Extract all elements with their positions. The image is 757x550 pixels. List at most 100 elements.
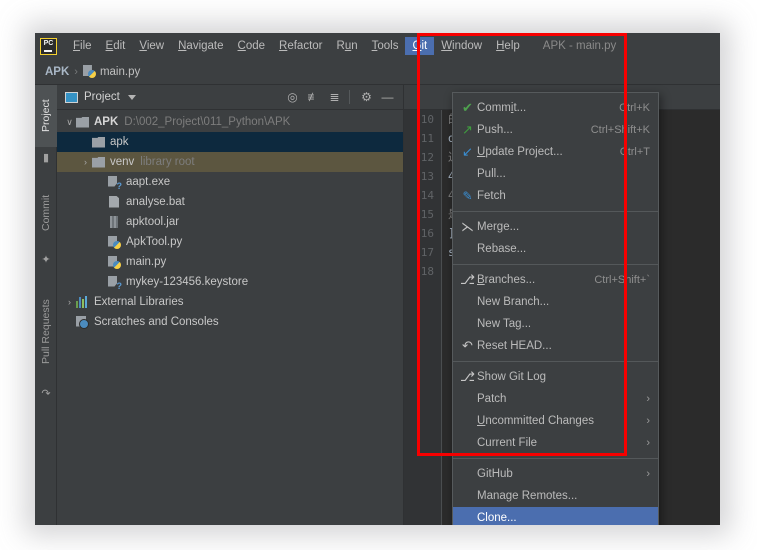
chevron-down-icon[interactable]: ∨: [63, 117, 76, 128]
tree-row[interactable]: › External Libraries: [57, 292, 403, 312]
line-number: 10: [420, 113, 434, 126]
breadcrumb-file[interactable]: main.py: [100, 66, 140, 78]
menu-separator: [453, 361, 658, 362]
branch-icon: ⎇: [460, 272, 475, 287]
fetch-icon: ✎: [462, 189, 473, 203]
git-menu-item-patch[interactable]: Patch ›: [453, 388, 658, 410]
menu-item-label: Rebase...: [477, 243, 527, 255]
menu-item-label: New Branch...: [477, 296, 550, 308]
tree-row-label: main.py: [126, 256, 167, 268]
menubar-item-view[interactable]: View: [132, 37, 171, 55]
pull-request-icon: ↷: [41, 388, 51, 400]
project-tree: ∨ APK D:\002_Project\011_Python\APKapk › ven…: [57, 110, 403, 332]
tool-window-strip: Project ▮ Commit ✦ Pull Requests ↷: [35, 85, 57, 525]
git-menu-item-github[interactable]: GitHub ›: [453, 463, 658, 485]
tree-row[interactable]: analyse.bat: [57, 192, 403, 212]
git-menu-item-merge[interactable]: ⋋ Merge...: [453, 216, 658, 238]
git-menu-item-reset-head[interactable]: ↶ Reset HEAD...: [453, 335, 658, 357]
sidebar-item-pull-requests[interactable]: Pull Requests: [35, 281, 57, 383]
menu-item-label: Clone...: [477, 512, 517, 524]
tree-row[interactable]: ApkTool.py: [57, 232, 403, 252]
chevron-right-icon[interactable]: ›: [63, 297, 76, 307]
chevron-right-icon: ›: [646, 415, 650, 427]
tree-row[interactable]: apk: [57, 132, 403, 152]
settings-gear-icon[interactable]: ⚙: [357, 88, 376, 107]
git-menu-item-commit[interactable]: ✔ Commit... Ctrl+K: [453, 97, 658, 119]
git-menu-item-show-git-log[interactable]: ⎇ Show Git Log: [453, 366, 658, 388]
folder-icon: ▮: [42, 152, 50, 164]
expand-all-icon[interactable]: ≢: [304, 88, 323, 107]
line-number: 17: [420, 246, 434, 259]
pycharm-window: PC File Edit View Navigate Code Refactor Run To…: [35, 33, 720, 525]
unknown-file-icon: [108, 276, 123, 291]
branch-icon: ⎇: [460, 369, 475, 384]
tree-row-label: venv: [110, 156, 135, 168]
git-menu-item-fetch[interactable]: ✎ Fetch: [453, 185, 658, 207]
line-number: 16: [420, 227, 434, 240]
breadcrumb-project[interactable]: APK: [45, 66, 69, 78]
tree-row-label: apk: [110, 136, 129, 148]
chevron-right-icon[interactable]: ›: [79, 157, 92, 167]
menubar-item-run[interactable]: Run: [330, 37, 365, 55]
git-menu-item-new-tag[interactable]: New Tag...: [453, 313, 658, 335]
reset-icon: ↶: [462, 338, 473, 353]
tree-row[interactable]: apktool.jar: [57, 212, 403, 232]
project-tool-window: Project ◎ ≢ ≣ ⚙ — ∨ APK D:\002_Project\011…: [57, 85, 404, 525]
hide-icon[interactable]: —: [378, 88, 397, 107]
menubar-item-navigate[interactable]: Navigate: [171, 37, 230, 55]
tree-row[interactable]: main.py: [57, 252, 403, 272]
git-menu-item-new-branch[interactable]: New Branch...: [453, 291, 658, 313]
git-menu-item-clone[interactable]: Clone...: [453, 507, 658, 525]
menu-item-label: Commit...: [477, 102, 527, 114]
chevron-right-icon: ›: [646, 468, 650, 480]
menubar-item-help[interactable]: Help: [489, 37, 527, 55]
window-title: APK - main.py: [542, 40, 617, 52]
sidebar-item-commit[interactable]: Commit: [35, 177, 57, 249]
git-menu-item-manage-remotes[interactable]: Manage Remotes...: [453, 485, 658, 507]
git-menu-item-uncommitted-changes[interactable]: Uncommitted Changes ›: [453, 410, 658, 432]
git-menu-item-rebase[interactable]: Rebase...: [453, 238, 658, 260]
git-menu-item-pull[interactable]: Pull...: [453, 163, 658, 185]
line-number: 18: [420, 265, 434, 278]
menu-separator: [453, 211, 658, 212]
tree-row-label: mykey-123456.keystore: [126, 276, 249, 288]
arrow-down-left-icon: ↙: [462, 144, 473, 159]
line-number: 14: [420, 189, 434, 202]
git-dropdown-menu[interactable]: ✔ Commit... Ctrl+K ↗ Push... Ctrl+Shift+K ↙ Upd…: [452, 92, 659, 525]
tree-row[interactable]: › venv library root: [57, 152, 403, 172]
tree-row[interactable]: ∨ APK D:\002_Project\011_Python\APK: [57, 112, 403, 132]
git-menu-item-current-file[interactable]: Current File ›: [453, 432, 658, 454]
menubar-item-code[interactable]: Code: [231, 37, 273, 55]
menu-item-shortcut: Ctrl+Shift+K: [590, 124, 650, 136]
menubar-item-refactor[interactable]: Refactor: [272, 37, 329, 55]
menubar-item-tools[interactable]: Tools: [365, 37, 406, 55]
collapse-all-icon[interactable]: ≣: [325, 88, 344, 107]
menu-item-label: Update Project...: [477, 146, 563, 158]
menubar-item-window[interactable]: Window: [434, 37, 489, 55]
menubar-item-file[interactable]: File: [66, 37, 99, 55]
menu-item-shortcut: Ctrl+K: [619, 102, 650, 114]
commit-icon: ✦: [41, 254, 51, 266]
git-menu-item-branches[interactable]: ⎇ Branches... Ctrl+Shift+`: [453, 269, 658, 291]
menu-item-shortcut: Ctrl+Shift+`: [594, 274, 650, 286]
tree-row[interactable]: mykey-123456.keystore: [57, 272, 403, 292]
tree-row-label: External Libraries: [94, 296, 184, 308]
menu-separator: [453, 458, 658, 459]
line-number: 13: [420, 170, 434, 183]
breadcrumb-separator: ›: [74, 65, 78, 78]
tree-row[interactable]: Scratches and Consoles: [57, 312, 403, 332]
chevron-right-icon: ›: [646, 393, 650, 405]
menubar-item-edit[interactable]: Edit: [99, 37, 133, 55]
menu-item-label: Pull...: [477, 168, 506, 180]
menu-item-label: Current File: [477, 437, 538, 449]
tree-row[interactable]: aapt.exe: [57, 172, 403, 192]
tree-row-label: aapt.exe: [126, 176, 171, 188]
locate-icon[interactable]: ◎: [283, 88, 302, 107]
tree-row-label: ApkTool.py: [126, 236, 183, 248]
chevron-down-icon[interactable]: [127, 94, 136, 100]
jar-file-icon: [108, 215, 121, 229]
git-menu-item-push[interactable]: ↗ Push... Ctrl+Shift+K: [453, 119, 658, 141]
menubar-item-git[interactable]: Git: [405, 37, 435, 55]
git-menu-item-update-project[interactable]: ↙ Update Project... Ctrl+T: [453, 141, 658, 163]
sidebar-item-project[interactable]: Project: [35, 85, 57, 147]
